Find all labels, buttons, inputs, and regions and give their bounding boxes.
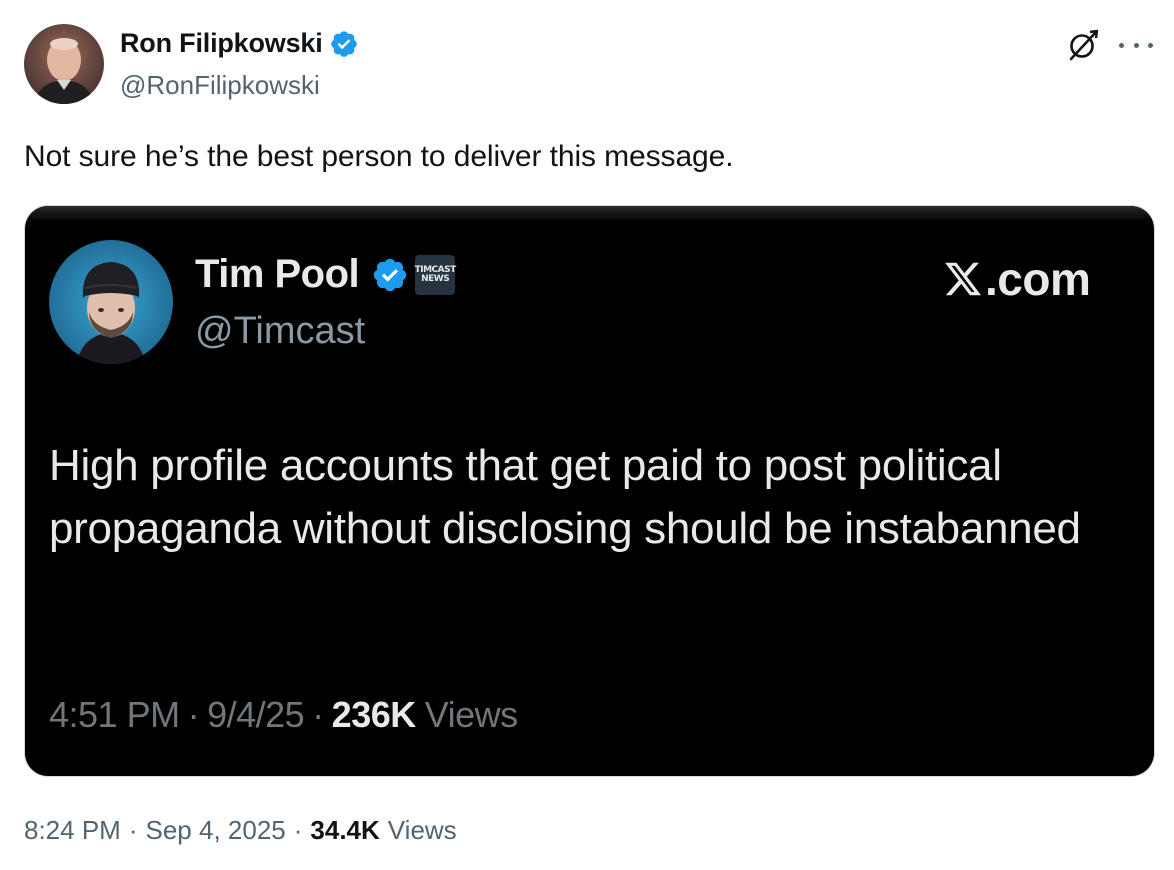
timcast-news-badge: TIMCAST NEWS: [415, 254, 456, 295]
author-avatar[interactable]: [24, 24, 104, 104]
embedded-tweet-text: High profile accounts that get paid to p…: [49, 441, 1081, 553]
separator-dot: ·: [128, 815, 138, 845]
embedded-views-count: 236K: [331, 694, 417, 735]
embedded-author-name: Tim Pool TIMCAST NEWS: [195, 252, 456, 297]
x-com-text: .com: [985, 253, 1091, 305]
tweet-time[interactable]: 8:24 PM: [24, 815, 121, 846]
timcast-badge-line2: NEWS: [421, 273, 450, 284]
embedded-author-handle: @Timcast: [195, 310, 366, 352]
x-com-watermark: .com: [943, 252, 1091, 306]
tweet-date[interactable]: Sep 4, 2025: [146, 815, 286, 846]
tweet-text: Not sure he’s the best person to deliver…: [24, 140, 734, 173]
author-handle[interactable]: @RonFilipkowski: [120, 70, 320, 101]
separator-dot: ·: [312, 694, 324, 735]
x-logo-icon: [945, 262, 982, 296]
embedded-image[interactable]: Tim Pool TIMCAST NEWS @Timcast .com High…: [24, 205, 1155, 777]
author-name[interactable]: Ron Filipkowski: [120, 28, 359, 59]
embedded-tweet-card: Tim Pool TIMCAST NEWS @Timcast .com High…: [25, 206, 1154, 776]
tweet-views-label[interactable]: Views: [388, 815, 457, 846]
separator-dot: ·: [187, 694, 200, 735]
embedded-tweet-meta: 4:51 PM · 9/4/25 · 236K Views: [49, 694, 518, 736]
embedded-views-label: Views: [424, 694, 518, 735]
embedded-verified-badge-icon: [373, 258, 407, 291]
embedded-author-name-text: Tim Pool: [195, 252, 360, 296]
tweet: Ron Filipkowski @RonFilipkowski Not sure…: [0, 0, 1174, 870]
embedded-time: 4:51 PM: [49, 694, 180, 735]
tweet-views-count[interactable]: 34.4K: [310, 815, 379, 846]
tweet-meta: 8:24 PM · Sep 4, 2025 · 34.4K Views: [24, 815, 457, 846]
embedded-date: 9/4/25: [207, 694, 305, 735]
embedded-author-avatar: [49, 240, 173, 364]
separator-dot: ·: [293, 815, 303, 845]
author-name-text: Ron Filipkowski: [120, 28, 323, 58]
more-options-icon[interactable]: [1116, 30, 1156, 60]
verified-badge-icon: [330, 30, 357, 57]
grok-icon[interactable]: [1066, 28, 1100, 62]
